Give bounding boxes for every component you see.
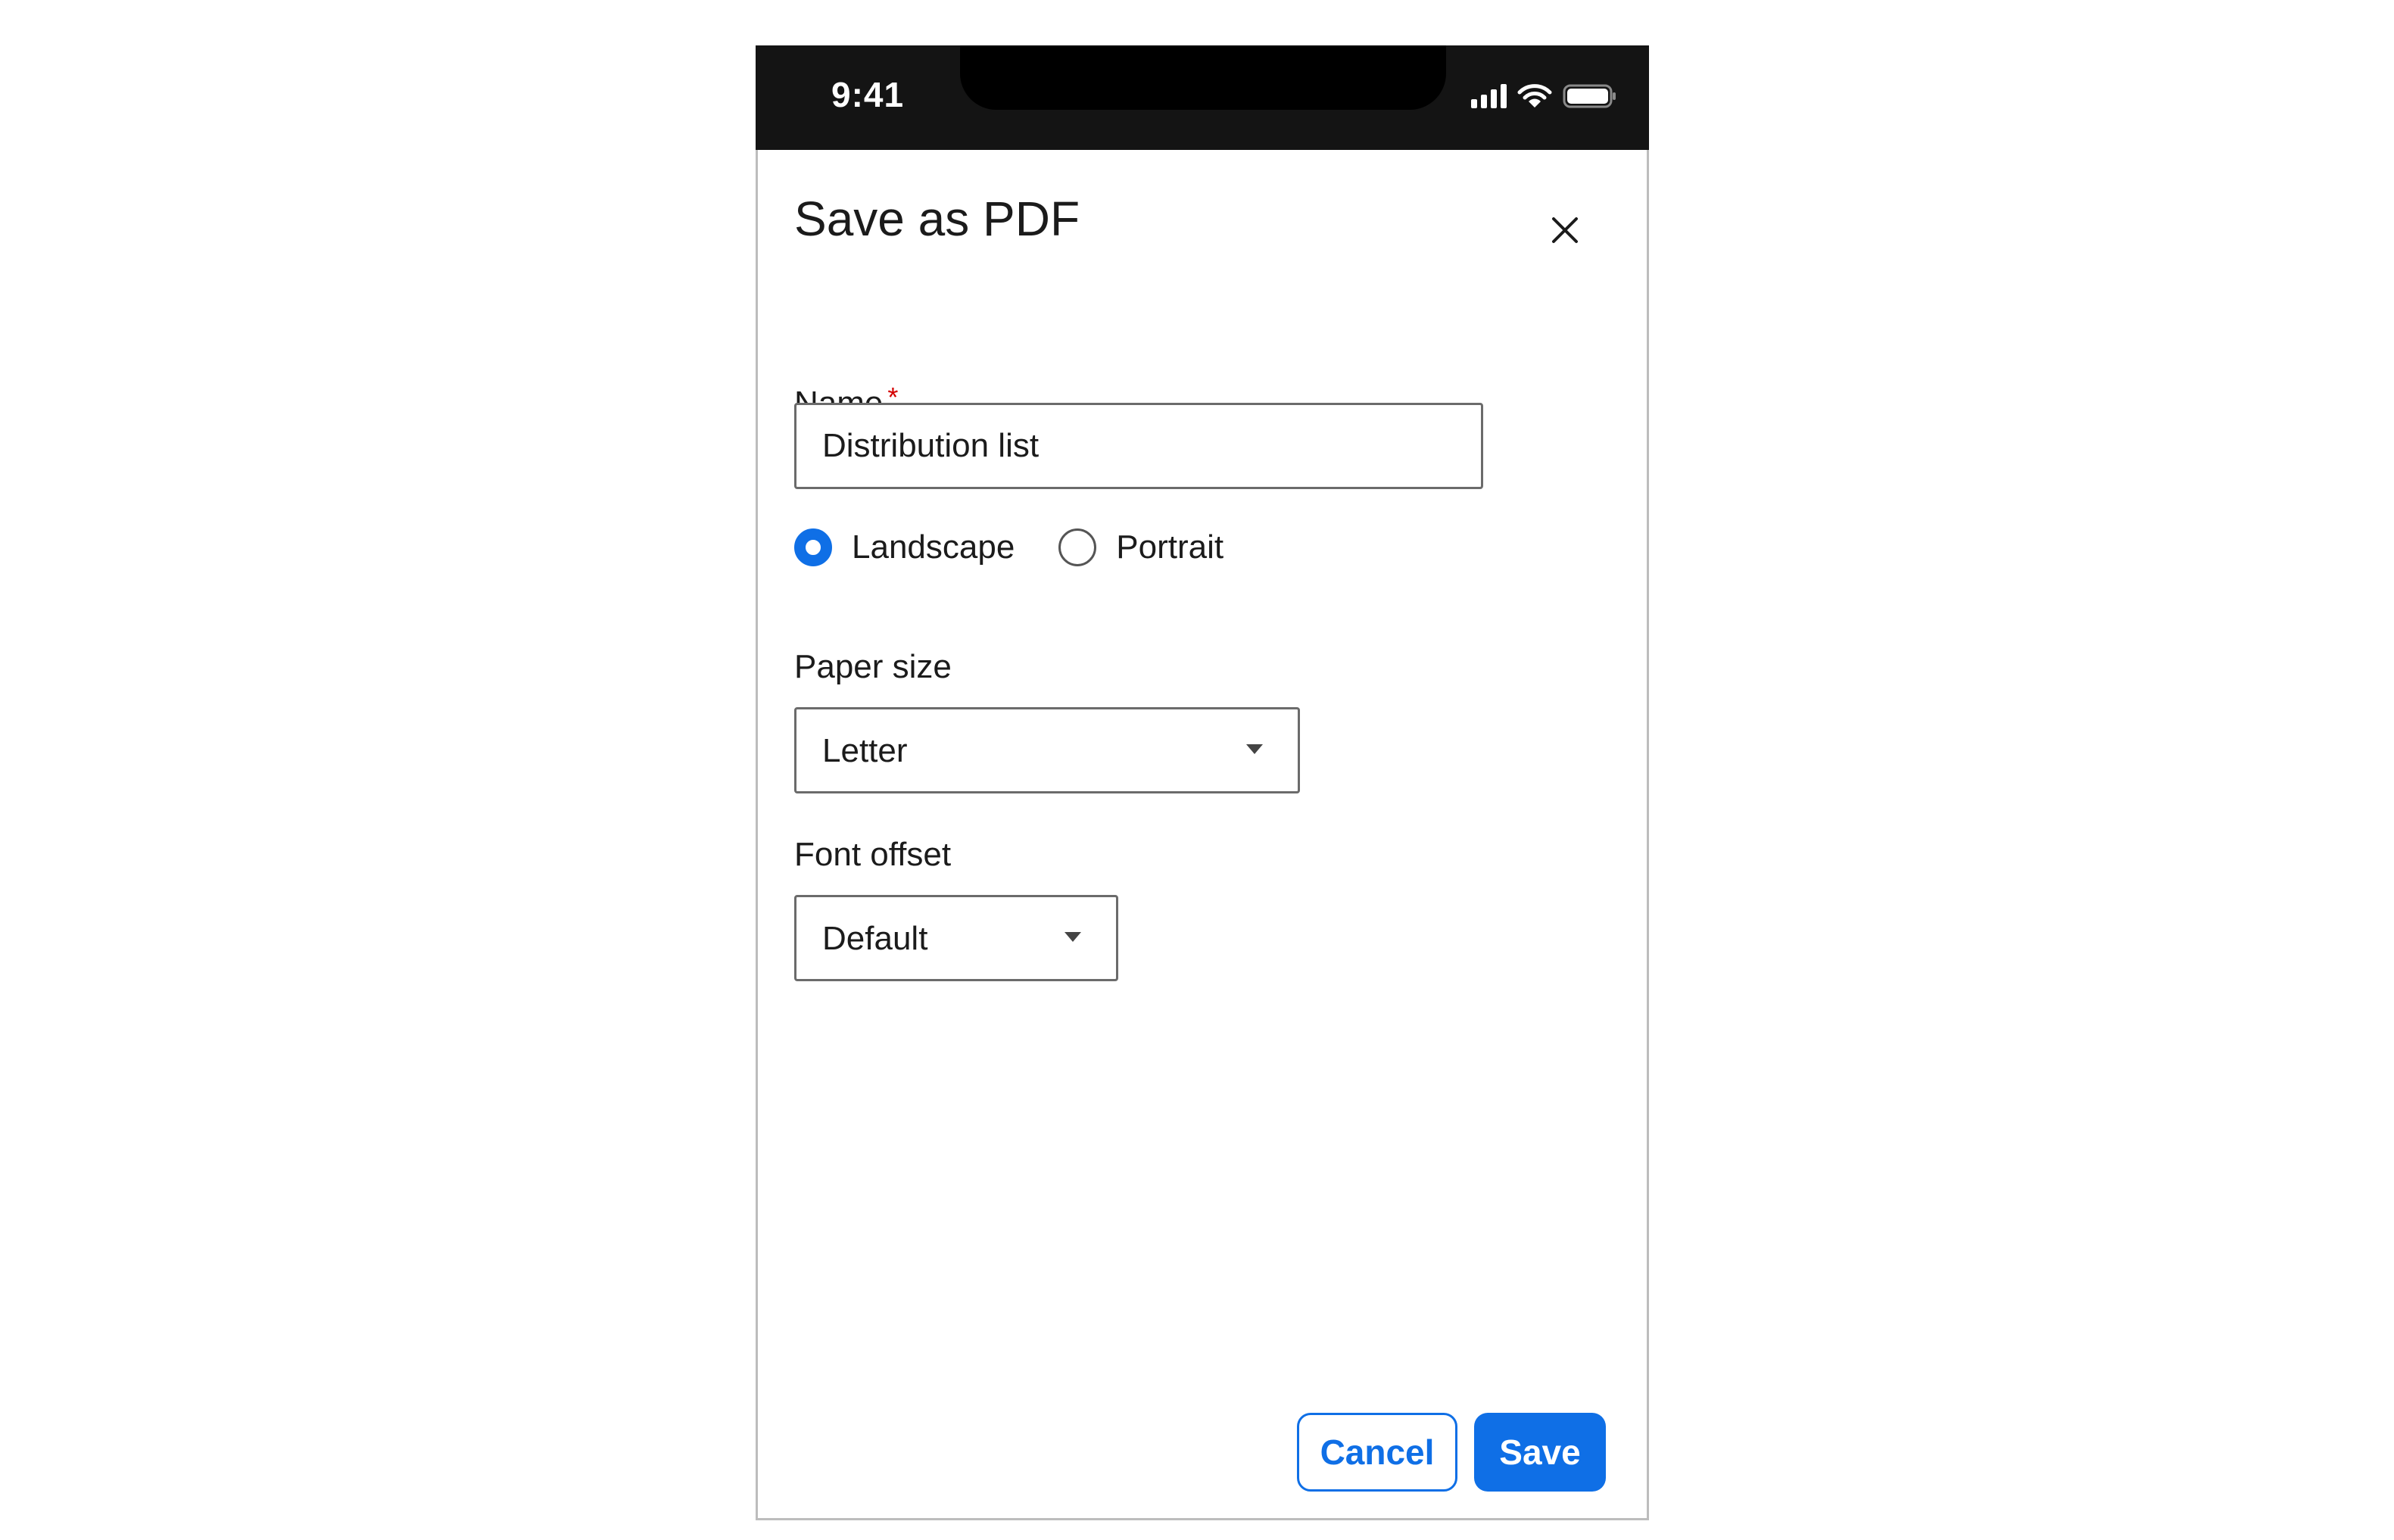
font-offset-label: Font offset <box>794 836 952 873</box>
paper-size-select[interactable]: Letter <box>794 707 1300 793</box>
dialog-title: Save as PDF <box>794 192 1080 246</box>
font-offset-select[interactable]: Default <box>794 895 1118 981</box>
chevron-down-icon <box>1065 932 1081 942</box>
battery-icon <box>1563 83 1617 109</box>
radio-landscape-indicator[interactable] <box>794 528 832 566</box>
font-offset-value: Default <box>822 920 928 957</box>
chevron-down-icon <box>1246 744 1263 754</box>
wifi-icon <box>1517 83 1552 109</box>
paper-size-label: Paper size <box>794 648 952 685</box>
paper-size-value: Letter <box>822 732 908 769</box>
save-button[interactable]: Save <box>1474 1413 1606 1492</box>
radio-portrait[interactable]: Portrait <box>1058 528 1223 566</box>
status-icons <box>1471 83 1617 109</box>
radio-landscape-label[interactable]: Landscape <box>852 528 1015 566</box>
close-icon <box>1552 217 1578 243</box>
name-input[interactable] <box>794 403 1483 489</box>
status-bar: 9:41 <box>756 45 1649 150</box>
status-time: 9:41 <box>831 75 905 114</box>
orientation-radio-group: Landscape Portrait <box>794 521 1267 574</box>
radio-portrait-indicator[interactable] <box>1058 528 1097 566</box>
cancel-button[interactable]: Cancel <box>1297 1413 1457 1492</box>
radio-landscape[interactable]: Landscape <box>794 528 1015 566</box>
cellular-signal-icon <box>1471 84 1507 108</box>
close-button[interactable] <box>1541 206 1589 254</box>
mobile-screen: 9:41 Save as PDF * Distribution list Lan… <box>756 45 1649 1520</box>
radio-portrait-label[interactable]: Portrait <box>1116 528 1223 566</box>
device-notch <box>960 45 1446 110</box>
